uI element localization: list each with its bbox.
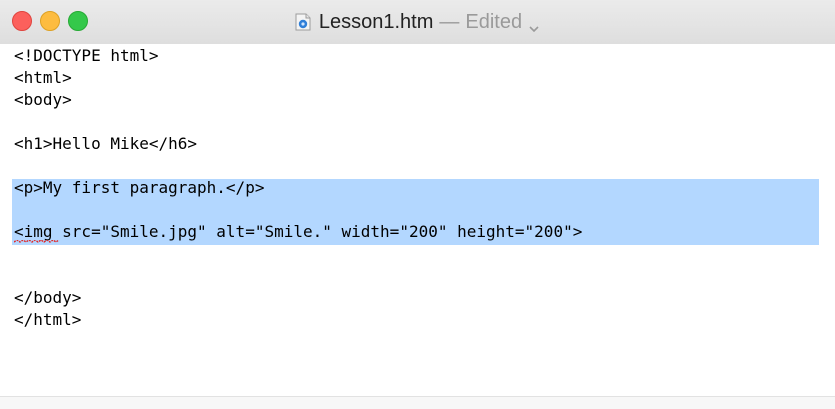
code-line: <body> [14, 90, 72, 109]
spellcheck-underline [14, 240, 60, 243]
title-bar[interactable]: Lesson1.htm — Edited [0, 0, 835, 45]
code-line: </html> [14, 310, 82, 329]
window-bottom-edge [0, 396, 835, 409]
document-icon [295, 13, 311, 31]
textedit-window: Lesson1.htm — Edited <!DOCTYPE html> <ht… [0, 0, 835, 409]
code-line: <h1>Hello Mike</h6> [14, 134, 198, 153]
code-line: </body> [14, 288, 82, 307]
code-line: <!DOCTYPE html> [14, 46, 159, 65]
code-line: <html> [14, 68, 72, 87]
code-line: <p>My first paragraph.</p> [14, 178, 265, 197]
chevron-down-icon[interactable] [528, 17, 540, 33]
document-name: Lesson1.htm [318, 10, 434, 33]
code-line: <img src="Smile.jpg" alt="Smile." width=… [14, 222, 583, 241]
edited-status: Edited [465, 10, 523, 33]
window-title[interactable]: Lesson1.htm — Edited [0, 0, 835, 44]
title-separator: — [439, 10, 460, 33]
text-editor[interactable]: <!DOCTYPE html> <html> <body> <h1>Hello … [0, 44, 835, 396]
code-text[interactable]: <!DOCTYPE html> <html> <body> <h1>Hello … [14, 45, 582, 331]
